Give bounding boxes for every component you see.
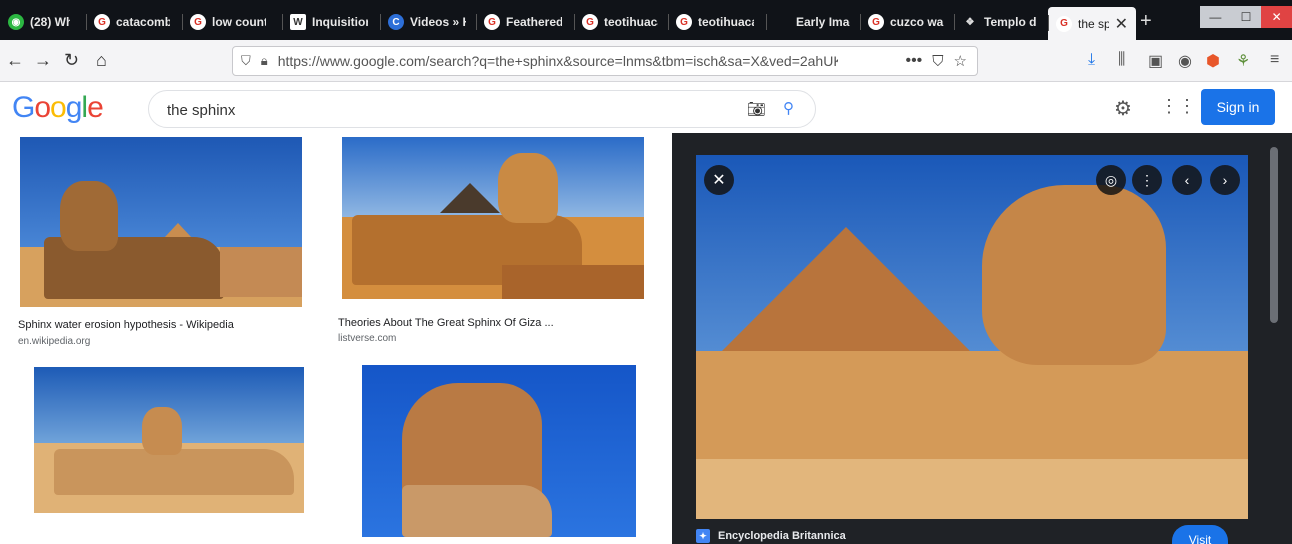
scrollbar[interactable] (1270, 147, 1278, 323)
preview-source[interactable]: ✦ Encyclopedia Britannica (696, 529, 846, 543)
tab-catacomb[interactable]: G catacomb (86, 6, 178, 38)
lens-icon[interactable]: ◎ (1096, 165, 1126, 195)
forward-button[interactable]: → (34, 50, 52, 71)
tab-label: Feathered (506, 15, 562, 29)
tab-the-sphinx[interactable]: G the sph ✕ (1048, 7, 1136, 40)
tab-label: teotihuaca (604, 15, 658, 29)
site-icon: C (388, 14, 404, 30)
google-icon: G (582, 14, 598, 30)
settings-gear-icon[interactable]: ⚙ (1114, 96, 1132, 121)
tab-label: Templo d (984, 15, 1037, 29)
shield-icon[interactable]: ⛉ (241, 53, 251, 69)
tab-early-images[interactable]: Early Imag (766, 6, 858, 38)
google-header: Google the sphinx 📷︎ ⚲ ⚙ ⋮⋮⋮ Sign in (0, 83, 1292, 133)
tab-feathered[interactable]: G Feathered (476, 6, 570, 38)
tab-label: (28) What (30, 15, 70, 29)
tab-label: Early Imag (796, 15, 850, 29)
window-controls: — ☐ ✕ (1200, 6, 1292, 28)
google-icon: G (94, 14, 110, 30)
extension-plant-icon[interactable]: ⚘ (1236, 51, 1250, 71)
camera-icon[interactable]: 📷︎ (747, 100, 766, 118)
page-icon (774, 14, 790, 30)
result-image-1[interactable] (20, 137, 302, 307)
tab-inquisition[interactable]: W Inquisitior (282, 6, 376, 38)
tab-label: catacomb (116, 15, 170, 29)
back-button[interactable]: ← (6, 50, 24, 71)
url-text[interactable]: https://www.google.com/search?q=the+sphi… (278, 53, 838, 69)
tab-low-count[interactable]: G low count (182, 6, 274, 38)
sign-in-button[interactable]: Sign in (1201, 89, 1275, 125)
address-bar[interactable]: ⛉ 🔒︎ https://www.google.com/search?q=the… (232, 46, 978, 76)
account-icon[interactable]: ◉ (1178, 51, 1192, 71)
tab-videos[interactable]: C Videos » H (380, 6, 474, 38)
search-input[interactable]: the sphinx (167, 102, 235, 119)
home-button[interactable]: ⌂ (96, 50, 107, 71)
result-caption-2[interactable]: Theories About The Great Sphinx Of Giza … (338, 317, 554, 329)
result-source-1[interactable]: en.wikipedia.org (18, 336, 90, 347)
result-image-4[interactable] (362, 365, 636, 537)
close-preview-icon[interactable]: ✕ (704, 165, 734, 195)
lock-icon[interactable]: 🔒︎ (261, 53, 268, 69)
library-icon[interactable]: ⫼ (1118, 51, 1125, 69)
close-tab-icon[interactable]: ✕ (1115, 14, 1128, 34)
nav-bar: ← → ↻ ⌂ ⛉ 🔒︎ https://www.google.com/sear… (0, 40, 1292, 82)
extension-icon[interactable]: ⬢ (1206, 51, 1220, 71)
bookmark-star-icon[interactable]: ☆ (954, 52, 967, 70)
result-source-2[interactable]: listverse.com (338, 333, 396, 344)
tab-templo[interactable]: ❖ Templo d (954, 6, 1046, 38)
britannica-logo-icon: ✦ (696, 529, 710, 543)
tab-label: low count (212, 15, 266, 29)
google-icon: G (190, 14, 206, 30)
maximize-button[interactable]: ☐ (1231, 6, 1262, 28)
tab-teotihuacan-1[interactable]: G teotihuaca (574, 6, 666, 38)
more-options-icon[interactable]: ⋮ (1132, 165, 1162, 195)
pocket-icon[interactable]: ⛉ (932, 53, 943, 70)
tab-teotihuacan-2[interactable]: G teotihuaca (668, 6, 762, 38)
search-box[interactable]: the sphinx 📷︎ ⚲ (148, 90, 816, 128)
image-results: Sphinx water erosion hypothesis - Wikipe… (0, 133, 672, 544)
result-caption-1[interactable]: Sphinx water erosion hypothesis - Wikipe… (18, 319, 234, 331)
minimize-button[interactable]: — (1200, 6, 1231, 28)
tab-cuzco[interactable]: G cuzco wal (860, 6, 952, 38)
google-icon: G (484, 14, 500, 30)
result-image-2[interactable] (342, 137, 644, 299)
new-tab-button[interactable]: + (1140, 10, 1152, 33)
google-icon: G (676, 14, 692, 30)
search-icon[interactable]: ⚲ (783, 99, 794, 117)
tab-label: Inquisitior (312, 15, 368, 29)
download-icon[interactable]: ⤓ (1088, 51, 1095, 69)
close-window-button[interactable]: ✕ (1261, 6, 1292, 28)
preview-source-label: Encyclopedia Britannica (718, 530, 846, 542)
tab-whatsapp[interactable]: ◉ (28) What (0, 6, 78, 38)
google-icon: G (868, 14, 884, 30)
preview-image[interactable] (696, 155, 1248, 519)
google-icon: G (1056, 15, 1072, 32)
previous-image-icon[interactable]: ‹ (1172, 165, 1202, 195)
tab-label: teotihuaca (698, 15, 754, 29)
wikipedia-icon: W (290, 14, 306, 30)
tab-label: the sph (1078, 16, 1109, 31)
tab-strip: ◉ (28) What G catacomb G low count W Inq… (0, 0, 1292, 40)
tab-label: Videos » H (410, 15, 466, 29)
next-image-icon[interactable]: › (1210, 165, 1240, 195)
result-image-3[interactable] (34, 367, 304, 513)
image-preview-panel: ✕ ◎ ⋮ ‹ › ✦ Encyclopedia Britannica Visi… (672, 133, 1292, 544)
site-icon: ❖ (965, 16, 975, 28)
tab-label: cuzco wal (890, 15, 944, 29)
sidebar-icon[interactable]: ▣ (1148, 51, 1163, 71)
menu-icon[interactable]: ≡ (1270, 51, 1279, 69)
reload-button[interactable]: ↻ (64, 50, 79, 71)
page-actions-button[interactable]: ••• (905, 52, 922, 70)
visit-button[interactable]: Visit (1172, 525, 1228, 544)
google-logo[interactable]: Google (12, 91, 104, 125)
whatsapp-icon: ◉ (8, 14, 24, 30)
